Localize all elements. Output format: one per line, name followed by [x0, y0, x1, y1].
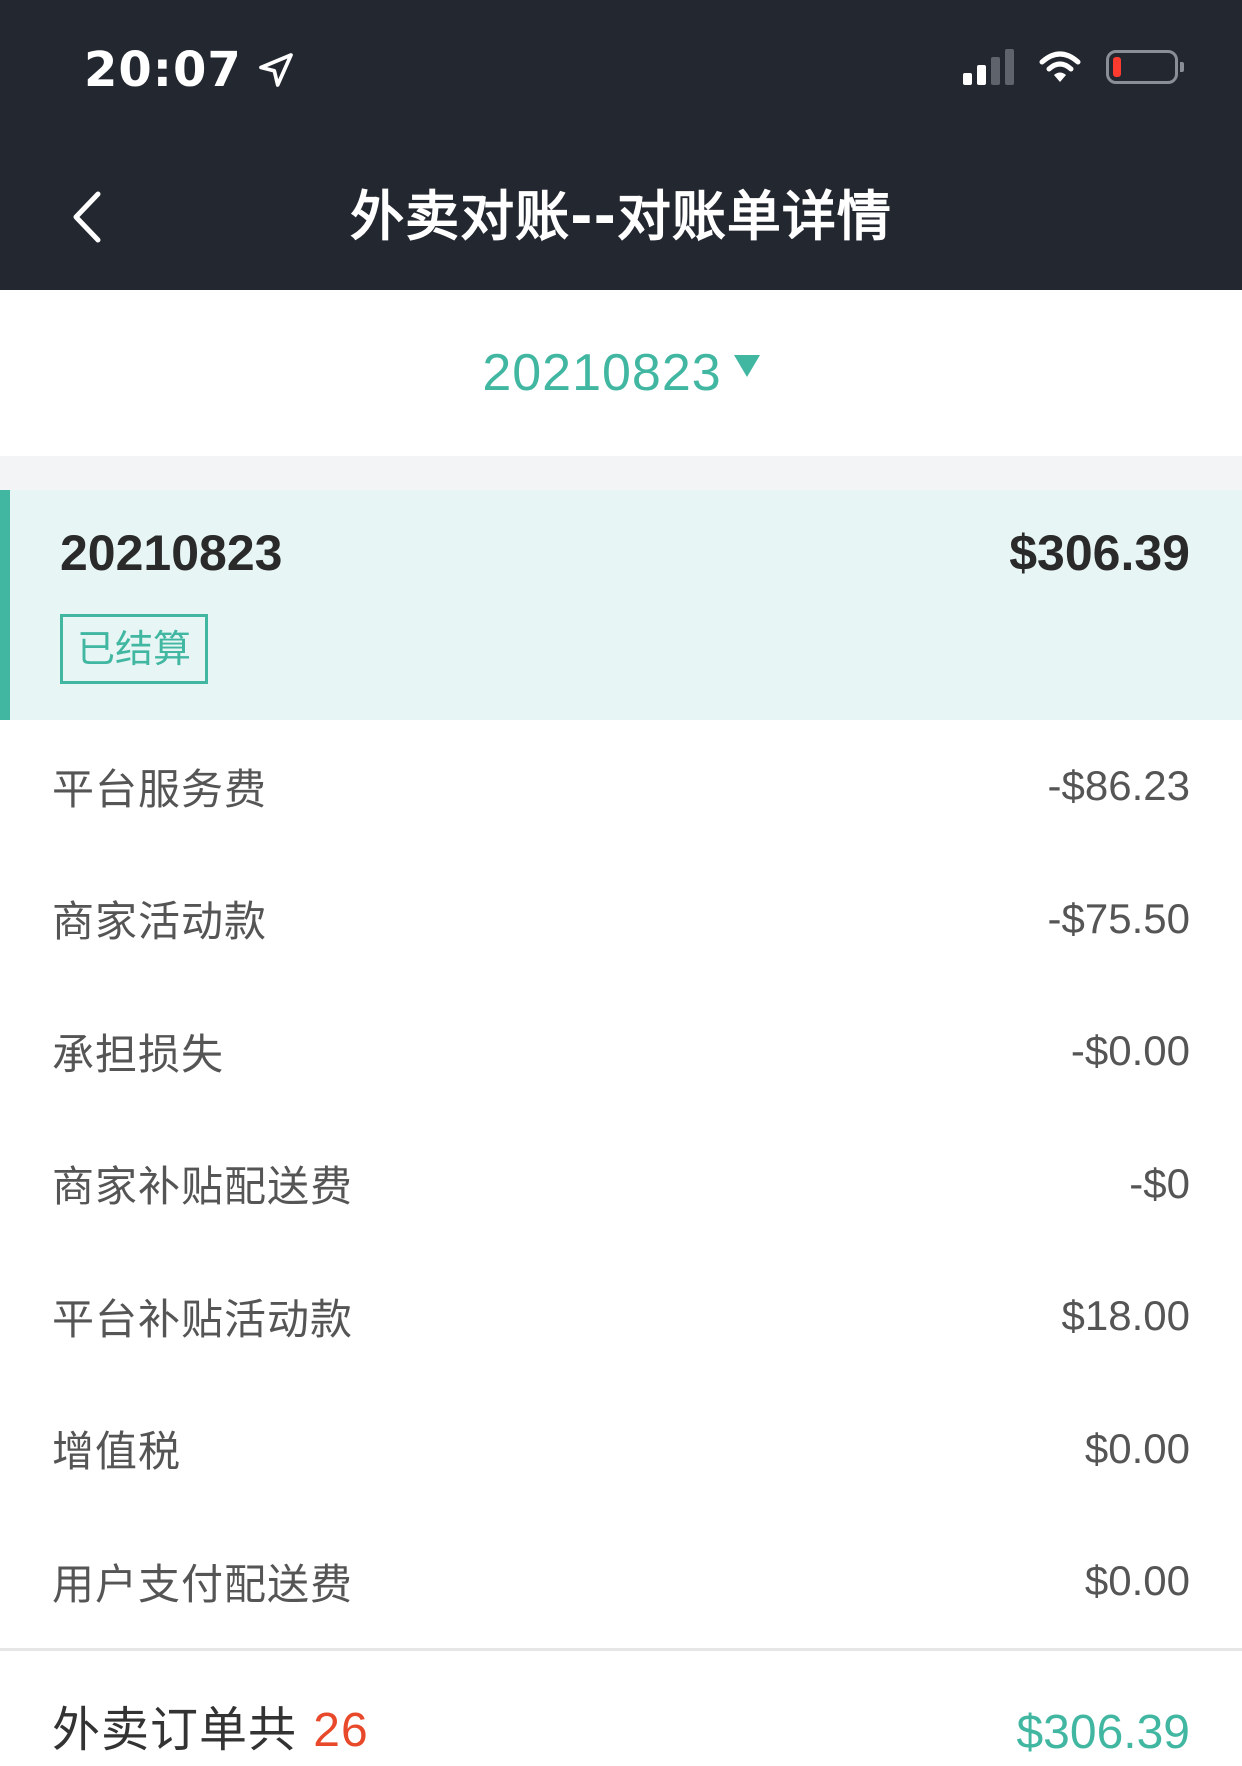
order-total-footer: 外卖订单共 26 $306.39: [0, 1651, 1242, 1766]
row-label: 平台补贴活动款: [52, 1294, 354, 1344]
list-item: 平台补贴活动款 $18.00: [0, 1250, 1242, 1383]
list-item: 商家补贴配送费 -$0: [0, 1118, 1242, 1251]
row-value: -$75.50: [1047, 894, 1190, 942]
section-separator: [0, 456, 1242, 490]
row-value: -$0.00: [1070, 1027, 1190, 1075]
statement-summary-card: 20210823 $306.39 已结算: [0, 490, 1242, 720]
row-value: $0.00: [1084, 1557, 1190, 1605]
time-text: 20:07: [84, 42, 242, 98]
order-count-prefix: 外卖订单共: [52, 1702, 314, 1758]
statement-date: 20210823: [60, 525, 283, 581]
date-selector-dropdown[interactable]: 20210823: [0, 290, 1242, 456]
row-value: -$0: [1129, 1159, 1190, 1207]
statement-amount: $306.39: [1009, 525, 1190, 581]
row-label: 平台服务费: [52, 764, 268, 814]
status-badge: 已结算: [60, 614, 209, 684]
order-count-label: 外卖订单共 26: [52, 1690, 369, 1766]
list-item: 承担损失 -$0.00: [0, 985, 1242, 1118]
row-value: $18.00: [1061, 1292, 1190, 1340]
app-header: 20:07 外卖对账--对账单详情: [0, 0, 1242, 290]
fee-breakdown-list: 平台服务费 -$86.23 商家活动款 -$75.50 承担损失 -$0.00 …: [0, 720, 1242, 1648]
list-item: 商家活动款 -$75.50: [0, 853, 1242, 986]
status-bar-time: 20:07: [84, 40, 296, 100]
row-label: 承担损失: [52, 1029, 225, 1079]
row-label: 商家补贴配送费: [52, 1162, 354, 1212]
row-value: $0.00: [1084, 1424, 1190, 1472]
card-accent-bar: [0, 490, 10, 720]
location-arrow-icon: [258, 53, 293, 87]
row-label: 商家活动款: [52, 897, 268, 947]
selected-date: 20210823: [482, 344, 722, 402]
list-item: 增值税 $0.00: [0, 1383, 1242, 1516]
row-label: 用户支付配送费: [52, 1559, 354, 1609]
row-label: 增值税: [52, 1427, 182, 1477]
status-bar-indicators: [958, 42, 1184, 92]
list-item: 平台服务费 -$86.23: [0, 720, 1242, 853]
wifi-icon: [1039, 51, 1081, 82]
row-value: -$86.23: [1047, 762, 1190, 810]
battery-low-icon: [1106, 50, 1184, 84]
cellular-signal-icon: [958, 49, 1014, 85]
order-total-amount: $306.39: [1016, 1706, 1190, 1759]
page-title: 外卖对账--对账单详情: [350, 185, 892, 248]
triangle-down-icon: [733, 355, 760, 377]
order-count: 26: [313, 1704, 369, 1757]
list-item: 用户支付配送费 $0.00: [0, 1515, 1242, 1648]
